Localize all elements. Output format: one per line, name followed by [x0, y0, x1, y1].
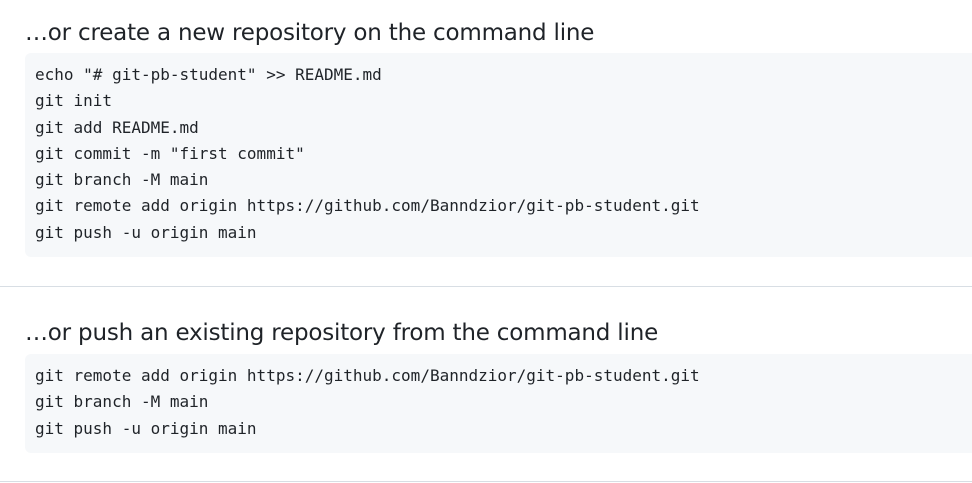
push-existing-heading: …or push an existing repository from the… [25, 320, 659, 346]
code-line[interactable]: git init [35, 88, 972, 114]
code-line[interactable]: git remote add origin https://github.com… [35, 193, 972, 219]
section-divider [0, 286, 972, 287]
code-line[interactable]: git push -u origin main [35, 220, 972, 246]
code-line[interactable]: git push -u origin main [35, 416, 972, 442]
create-repo-heading: …or create a new repository on the comma… [25, 20, 595, 46]
section-divider [0, 481, 972, 482]
code-line[interactable]: git commit -m "first commit" [35, 141, 972, 167]
code-line[interactable]: git branch -M main [35, 167, 972, 193]
code-line[interactable]: git branch -M main [35, 389, 972, 415]
code-line[interactable]: echo "# git-pb-student" >> README.md [35, 62, 972, 88]
create-repo-code-block[interactable]: echo "# git-pb-student" >> README.md git… [25, 53, 972, 257]
code-line[interactable]: git remote add origin https://github.com… [35, 363, 972, 389]
code-line[interactable]: git add README.md [35, 115, 972, 141]
push-existing-code-block[interactable]: git remote add origin https://github.com… [25, 354, 972, 453]
